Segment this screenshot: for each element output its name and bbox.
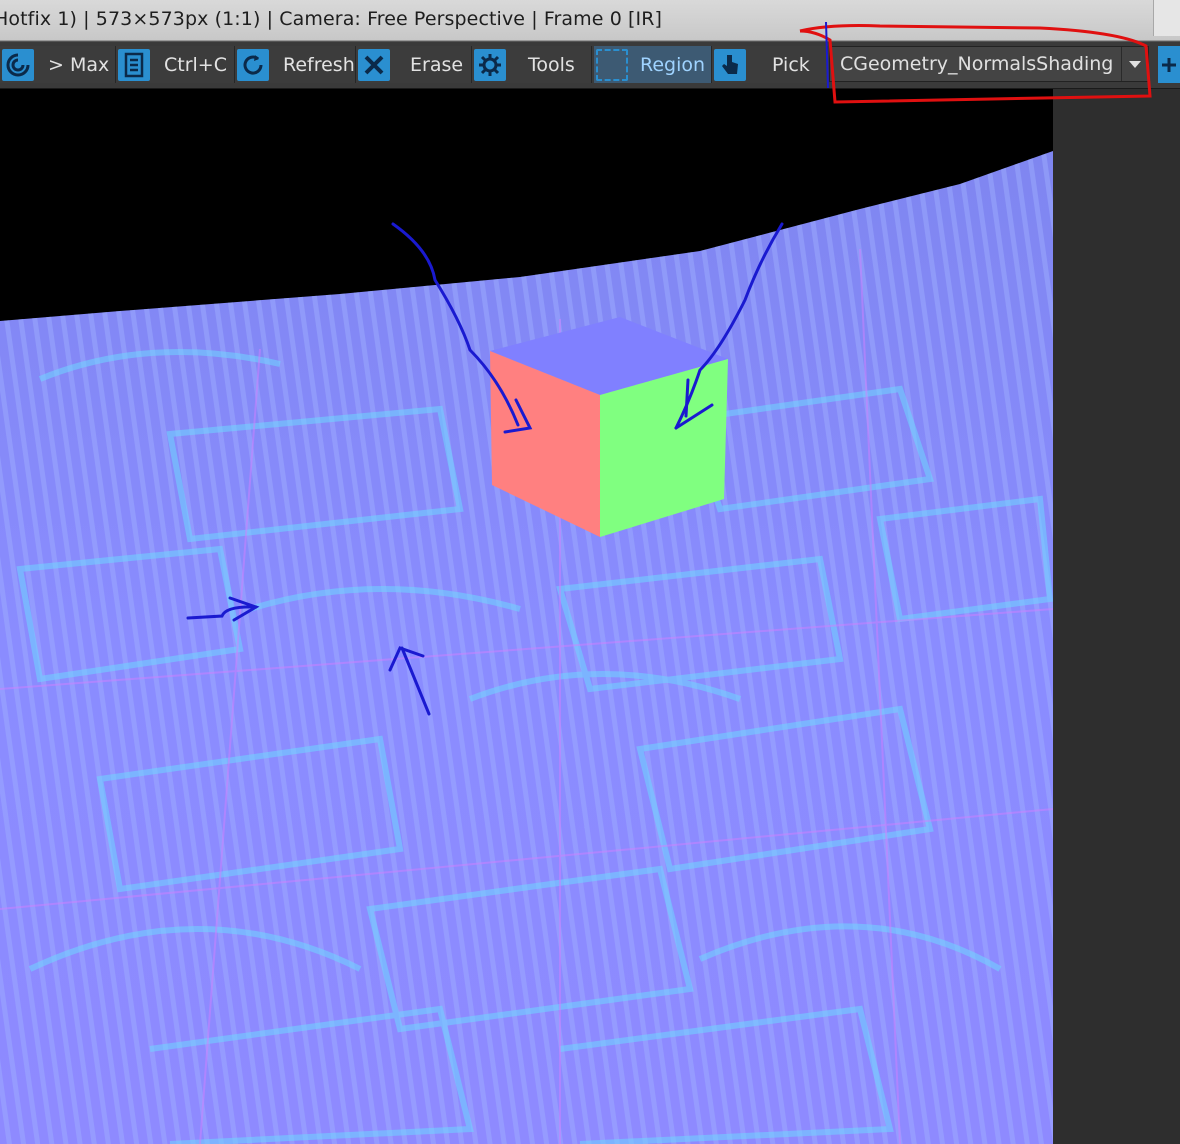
render-viewport[interactable] xyxy=(0,89,1053,1144)
add-icon[interactable] xyxy=(1158,46,1180,83)
refresh-icon xyxy=(237,48,269,81)
copy-button[interactable]: Ctrl+C xyxy=(116,46,235,83)
side-panel xyxy=(1053,89,1180,1144)
window-title: Hotfix 1) | 573×573px (1:1) | Camera: Fr… xyxy=(0,8,663,30)
pick-button-label: Pick xyxy=(772,53,810,76)
title-bar: Hotfix 1) | 573×573px (1:1) | Camera: Fr… xyxy=(0,0,1180,41)
refresh-button-label: Refresh xyxy=(283,53,355,76)
window-control-button[interactable] xyxy=(1153,0,1180,36)
render-element-value: CGeometry_NormalsShading xyxy=(840,53,1114,75)
erase-icon xyxy=(358,48,390,81)
pick-hand-icon xyxy=(714,48,746,81)
erase-button[interactable]: Erase xyxy=(356,46,472,83)
vray-logo-icon xyxy=(2,48,34,81)
refresh-button[interactable]: Refresh xyxy=(235,46,356,83)
vfb-toolbar: > Max Ctrl+C Refresh Erase Tools Region … xyxy=(0,41,1180,90)
region-icon xyxy=(596,48,628,81)
render-element-select[interactable]: CGeometry_NormalsShading xyxy=(829,46,1149,82)
tools-button[interactable]: Tools xyxy=(472,46,592,83)
chevron-down-icon[interactable] xyxy=(1121,47,1148,81)
erase-button-label: Erase xyxy=(410,53,464,76)
pick-button[interactable]: Pick xyxy=(712,46,828,83)
normals-render-image xyxy=(0,89,1053,1144)
copy-button-label: Ctrl+C xyxy=(164,53,227,76)
max-button[interactable]: > Max xyxy=(0,46,116,83)
copy-icon xyxy=(118,48,150,81)
max-button-label: > Max xyxy=(48,53,110,76)
tools-button-label: Tools xyxy=(528,53,575,76)
region-button-label: Region xyxy=(640,53,706,76)
gear-icon xyxy=(474,48,506,81)
region-button[interactable]: Region xyxy=(594,46,712,83)
